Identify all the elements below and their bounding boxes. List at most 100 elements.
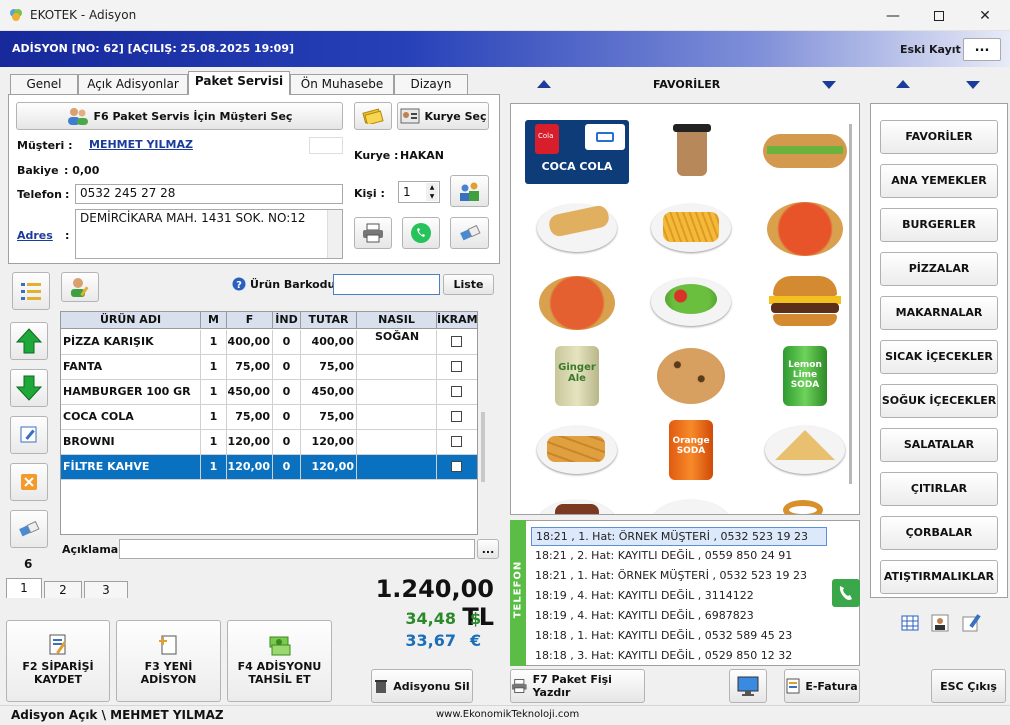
ikram-checkbox[interactable]: [451, 461, 462, 472]
tab-acik-adisyonlar[interactable]: Açık Adisyonlar: [78, 74, 188, 94]
category-button[interactable]: ANA YEMEKLER: [880, 164, 998, 198]
page-tab-2[interactable]: 2: [44, 581, 82, 598]
product-tile-pizza[interactable]: [753, 196, 857, 260]
select-customer-button[interactable]: F6 Paket Servis İçin Müşteri Seç: [16, 102, 343, 130]
product-tile-coca-cola[interactable]: Cola COCA COLA: [525, 120, 629, 184]
user-view-button[interactable]: [928, 612, 952, 634]
product-tile-mozzarella-sticks[interactable]: [525, 418, 629, 482]
more-button[interactable]: ...: [963, 38, 1001, 61]
favorites-scroll-up-icon[interactable]: [537, 80, 551, 88]
kisi-up-icon[interactable]: ▲: [426, 183, 438, 192]
product-tile-salad[interactable]: [639, 270, 743, 334]
product-tile-club-sandwich[interactable]: [753, 418, 857, 482]
maximize-button[interactable]: [916, 0, 962, 31]
remove-item-button[interactable]: [10, 463, 48, 501]
category-button[interactable]: FAVORİLER: [880, 120, 998, 154]
product-tile-lemon-lime[interactable]: Lemon Lime SODA: [753, 344, 857, 408]
table-scrollbar[interactable]: [481, 412, 485, 482]
call-button[interactable]: [832, 579, 860, 607]
category-button[interactable]: PİZZALAR: [880, 252, 998, 286]
category-button[interactable]: ÇITIRLAR: [880, 472, 998, 506]
table-row[interactable]: BROWNI 1 120,00 0 120,00: [61, 430, 477, 455]
adres-textarea[interactable]: DEMİRCİKARA MAH. 1431 SOK. NO:12: [75, 209, 343, 259]
list-options-button[interactable]: [12, 272, 50, 310]
minimize-button[interactable]: —: [870, 0, 916, 31]
call-list-item[interactable]: 18:19 , 4. Hat: KAYITLI DEĞİL , 6987823: [531, 607, 827, 626]
money-button[interactable]: [354, 102, 392, 130]
category-button[interactable]: SALATALAR: [880, 428, 998, 462]
table-row[interactable]: FİLTRE KAHVE 1 120,00 0 120,00: [61, 455, 477, 480]
favorites-scrollbar[interactable]: [849, 124, 852, 484]
group-button[interactable]: [450, 175, 489, 207]
clear-items-button[interactable]: [10, 510, 48, 548]
ikram-checkbox[interactable]: [451, 361, 462, 372]
edit-item-button[interactable]: [10, 416, 48, 454]
col-header-ikram[interactable]: İKRAM: [437, 312, 478, 329]
design-button[interactable]: [960, 612, 984, 634]
page-tab-3[interactable]: 3: [84, 581, 128, 598]
category-button[interactable]: ÇORBALAR: [880, 516, 998, 550]
product-tile-fries[interactable]: [639, 196, 743, 260]
close-button[interactable]: ✕: [962, 0, 1008, 31]
product-tile-cookie[interactable]: [639, 344, 743, 408]
tab-paket-servisi[interactable]: Paket Servisi: [188, 71, 290, 95]
musteri-link[interactable]: MEHMET YILMAZ: [89, 138, 193, 151]
delete-adisyon-button[interactable]: Adisyonu Sil: [371, 669, 473, 703]
call-list-item[interactable]: 18:21 , 1. Hat: ÖRNEK MÜŞTERİ , 0532 523…: [531, 567, 827, 586]
kisi-stepper[interactable]: 1 ▲ ▼: [398, 181, 440, 203]
col-header-ind[interactable]: İND: [273, 312, 301, 329]
e-fatura-button[interactable]: E-Fatura: [784, 669, 860, 703]
product-tile-orange-soda[interactable]: Orange SODA: [639, 418, 743, 482]
print-button[interactable]: [354, 217, 392, 249]
clear-button[interactable]: [450, 217, 489, 249]
categories-scroll-down-icon[interactable]: [966, 81, 980, 89]
new-adisyon-button[interactable]: F3 YENİ ADİSYON: [116, 620, 221, 702]
save-order-button[interactable]: F2 SİPARİŞİ KAYDET: [6, 620, 110, 702]
category-button[interactable]: SICAK İÇECEKLER: [880, 340, 998, 374]
whatsapp-button[interactable]: [402, 217, 440, 249]
tab-dizayn[interactable]: Dizayn: [394, 74, 468, 94]
move-up-button[interactable]: [10, 322, 48, 360]
ikram-checkbox[interactable]: [451, 436, 462, 447]
grid-view-button[interactable]: [898, 612, 922, 634]
call-list-item[interactable]: 18:18 , 3. Hat: KAYITLI DEĞİL , 0529 850…: [531, 647, 827, 666]
ikram-checkbox[interactable]: [451, 386, 462, 397]
call-list-item[interactable]: 18:21 , 2. Hat: KAYITLI DEĞİL , 0559 850…: [531, 547, 827, 566]
ikram-checkbox[interactable]: [451, 411, 462, 422]
aciklama-more-button[interactable]: ...: [477, 539, 499, 559]
move-down-button[interactable]: [10, 369, 48, 407]
category-button[interactable]: BURGERLER: [880, 208, 998, 242]
product-tile-onion-rings[interactable]: [753, 492, 857, 514]
product-tile-steak[interactable]: [525, 492, 629, 514]
col-header-m[interactable]: M: [201, 312, 227, 329]
telefon-input[interactable]: 0532 245 27 28: [75, 184, 343, 204]
call-list-item[interactable]: 18:21 , 1. Hat: ÖRNEK MÜŞTERİ , 0532 523…: [531, 527, 827, 546]
help-icon[interactable]: ?: [232, 277, 246, 291]
tab-on-muhasebe[interactable]: Ön Muhasebe: [290, 74, 394, 94]
call-list-item[interactable]: 18:18 , 1. Hat: KAYITLI DEĞİL , 0532 589…: [531, 627, 827, 646]
call-list-item[interactable]: 18:19 , 4. Hat: KAYITLI DEĞİL , 3114122: [531, 587, 827, 606]
edit-user-button[interactable]: [61, 272, 99, 302]
category-button[interactable]: MAKARNALAR: [880, 296, 998, 330]
product-tile-ginger-ale[interactable]: Ginger Ale: [525, 344, 629, 408]
product-tile-sandwich[interactable]: [753, 120, 857, 184]
table-row[interactable]: FANTA 1 75,00 0 75,00: [61, 355, 477, 380]
product-tile-wrap[interactable]: [525, 196, 629, 260]
collect-payment-button[interactable]: F4 ADİSYONU TAHSİL ET: [227, 620, 332, 702]
col-header-urun[interactable]: ÜRÜN ADI: [61, 312, 201, 329]
table-row[interactable]: COCA COLA 1 75,00 0 75,00: [61, 405, 477, 430]
favorites-scroll-down-icon[interactable]: [822, 81, 836, 89]
product-list-button[interactable]: Liste: [443, 274, 494, 295]
adres-link[interactable]: Adres: [17, 229, 53, 242]
product-tile-dish[interactable]: [639, 492, 743, 514]
aciklama-input[interactable]: [119, 539, 475, 559]
product-tile-pizza-2[interactable]: [525, 270, 629, 334]
page-tab-1[interactable]: 1: [6, 578, 42, 598]
print-package-receipt-button[interactable]: F7 Paket Fişi Yazdır: [510, 669, 645, 703]
exit-button[interactable]: ESC Çıkış: [931, 669, 1006, 703]
status-website[interactable]: www.EkonomikTeknoloji.com: [436, 709, 579, 720]
table-row[interactable]: PİZZA KARIŞIK 1 400,00 0 400,00 SOĞAN: [61, 330, 477, 355]
ikram-checkbox[interactable]: [451, 336, 462, 347]
category-button[interactable]: SOĞUK İÇECEKLER: [880, 384, 998, 418]
category-button[interactable]: ATIŞTIRMALIKLAR: [880, 560, 998, 594]
